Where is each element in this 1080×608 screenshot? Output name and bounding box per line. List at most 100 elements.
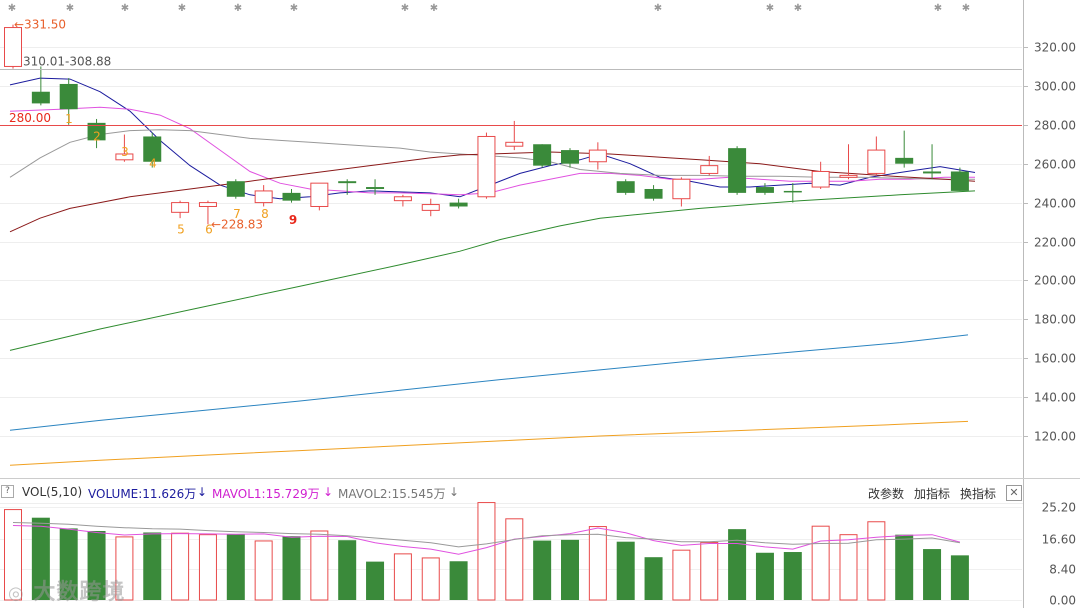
candle-body [895, 157, 914, 164]
star-marker-icon: ✱ [766, 3, 774, 14]
candle-body [867, 149, 886, 174]
volume-bar [755, 552, 774, 600]
volume-indicator-title: VOL(5,10) [22, 485, 83, 499]
volume-bar [533, 540, 552, 600]
high-price-label: ←331.50 [14, 18, 66, 32]
arrow-down-icon: ↓ [449, 485, 460, 499]
star-marker-icon: ✱ [121, 3, 129, 14]
mavol1-value: MAVOL1:15.729万 [212, 487, 320, 501]
volume-bar [700, 541, 719, 601]
candle-body [616, 181, 635, 193]
count-label: 1 [65, 112, 73, 126]
price-tick-label: 120.00 [1034, 430, 1076, 444]
edit-params-button[interactable]: 改参数 [868, 485, 904, 502]
volume-bar [588, 526, 607, 601]
candle-body [171, 202, 190, 213]
candle [477, 132, 496, 199]
price-tick-label: 140.00 [1034, 391, 1076, 405]
candle-body [282, 192, 301, 201]
price-tick-label: 280.00 [1034, 119, 1076, 133]
price-tick-label: 320.00 [1034, 41, 1076, 55]
star-marker-icon: ✱ [8, 3, 16, 14]
count-label: 5 [177, 223, 185, 237]
price-tick-label: 220.00 [1034, 236, 1076, 250]
volume-bar [895, 534, 914, 600]
star-marker-icon: ✱ [290, 3, 298, 14]
volume-bar [338, 540, 357, 600]
candle-body [783, 190, 802, 193]
volume-tick-label: 8.40 [1049, 563, 1076, 577]
volume-bar [923, 549, 942, 600]
switch-indicator-button[interactable]: 换指标 [960, 485, 996, 502]
candle-body [198, 202, 217, 207]
volume-value: VOLUME:11.626万 [88, 487, 197, 501]
count-label: 9 [289, 213, 297, 227]
close-icon[interactable]: ✕ [1006, 485, 1022, 501]
volume-bar [421, 557, 440, 601]
candle-body [226, 181, 245, 197]
volume-bar [449, 561, 468, 600]
volume-bar [310, 530, 329, 601]
volume-bar [783, 552, 802, 600]
volume-tick-label: 0.00 [1049, 594, 1076, 608]
candle-body [393, 196, 412, 202]
candle-body [449, 202, 468, 207]
range-label: 310.01-308.88 [23, 54, 111, 68]
count-label: 4 [149, 157, 157, 171]
candle [533, 144, 552, 168]
price-tick-label: 160.00 [1034, 352, 1076, 366]
volume-bar [644, 557, 663, 600]
volume-bar [282, 536, 301, 600]
candle-body [31, 91, 50, 104]
candle-body [644, 188, 663, 199]
candle-body [700, 165, 719, 174]
star-marker-icon: ✱ [962, 3, 970, 14]
candle-body [505, 141, 524, 147]
volume-bar [171, 532, 190, 601]
candle-body [477, 135, 496, 198]
add-indicator-button[interactable]: 加指标 [914, 485, 950, 502]
volume-bar [505, 518, 524, 601]
volume-bar [867, 521, 886, 601]
candle-body [421, 204, 440, 211]
volume-tick-label: 25.20 [1042, 501, 1076, 515]
volume-header: ? VOL(5,10) VOLUME:11.626万 ↓ MAVOL1:15.7… [0, 480, 1028, 502]
volume-bar [226, 534, 245, 600]
candle-body [811, 170, 830, 188]
candle-body [310, 182, 329, 207]
candle-body [950, 171, 969, 191]
count-label: 2 [93, 129, 101, 143]
volume-bar [198, 534, 217, 601]
star-marker-icon: ✱ [654, 3, 662, 14]
candle [310, 182, 329, 211]
candle [226, 179, 245, 199]
volume-bar [811, 525, 830, 601]
candle-body [588, 149, 607, 163]
volume-bar [839, 534, 858, 601]
candle-body [533, 144, 552, 166]
candle-body [923, 171, 942, 174]
mavol2-value: MAVOL2:15.545万 [338, 487, 446, 501]
volume-bar [393, 553, 412, 601]
watermark-text: 大数跨境 [33, 580, 126, 605]
volume-bar [616, 541, 635, 600]
candle-body [4, 27, 22, 67]
price-tick-label: 180.00 [1034, 313, 1076, 327]
candle-body [59, 83, 78, 110]
volume-bar [561, 539, 579, 600]
candle-body [672, 178, 691, 200]
candle-body [561, 150, 579, 164]
candle [728, 146, 747, 195]
count-label: 8 [261, 207, 269, 221]
count-label: 6 [205, 223, 213, 237]
star-marker-icon: ✱ [178, 3, 186, 14]
collapse-icon[interactable]: ? [1, 485, 14, 498]
candle [616, 179, 635, 195]
star-marker-icon: ✱ [401, 3, 409, 14]
count-label: 7 [233, 207, 241, 221]
star-marker-icon: ✱ [430, 3, 438, 14]
arrow-down-icon: ↓ [197, 485, 208, 499]
arrow-down-icon: ↓ [323, 485, 334, 499]
volume-bar [477, 502, 496, 601]
watermark: ◎ 大数跨境 [8, 574, 125, 606]
